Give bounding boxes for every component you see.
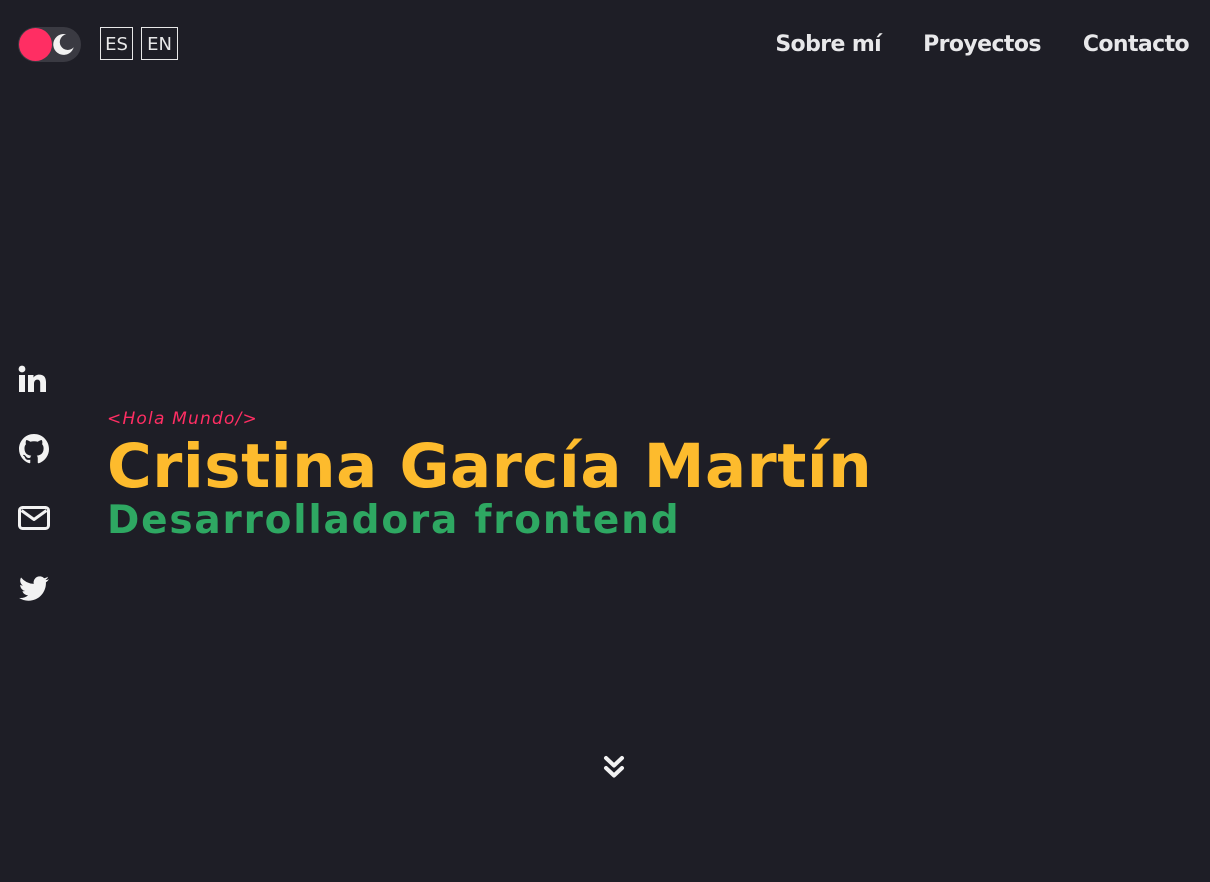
main-nav: Sobre mí Proyectos Contacto — [775, 28, 1189, 62]
linkedin-icon — [18, 365, 46, 392]
github-link[interactable] — [16, 431, 52, 467]
theme-toggle[interactable] — [18, 27, 81, 62]
hero-greeting: <Hola Mundo/> — [107, 409, 258, 429]
top-bar: ES EN Sobre mí Proyectos Contacto — [0, 0, 1210, 90]
double-chevron-down-icon — [604, 756, 624, 778]
language-en-button[interactable]: EN — [141, 27, 178, 60]
hero-section: <Hola Mundo/> Cristina García Martín Des… — [107, 404, 872, 545]
twitter-icon — [19, 576, 49, 601]
hero-name: Cristina García Martín — [107, 431, 873, 502]
email-link[interactable] — [16, 500, 52, 536]
scroll-down-button[interactable] — [600, 753, 628, 783]
linkedin-link[interactable] — [16, 362, 52, 398]
nav-link-projects[interactable]: Proyectos — [923, 28, 1041, 62]
nav-link-about[interactable]: Sobre mí — [775, 28, 881, 62]
hero-role: Desarrolladora frontend — [107, 498, 681, 543]
moon-icon — [53, 34, 74, 55]
mail-icon — [18, 506, 50, 530]
toggle-knob — [19, 28, 52, 61]
language-es-button[interactable]: ES — [100, 27, 133, 60]
nav-link-contact[interactable]: Contacto — [1083, 28, 1190, 62]
twitter-link[interactable] — [16, 569, 52, 605]
github-icon — [19, 434, 49, 464]
